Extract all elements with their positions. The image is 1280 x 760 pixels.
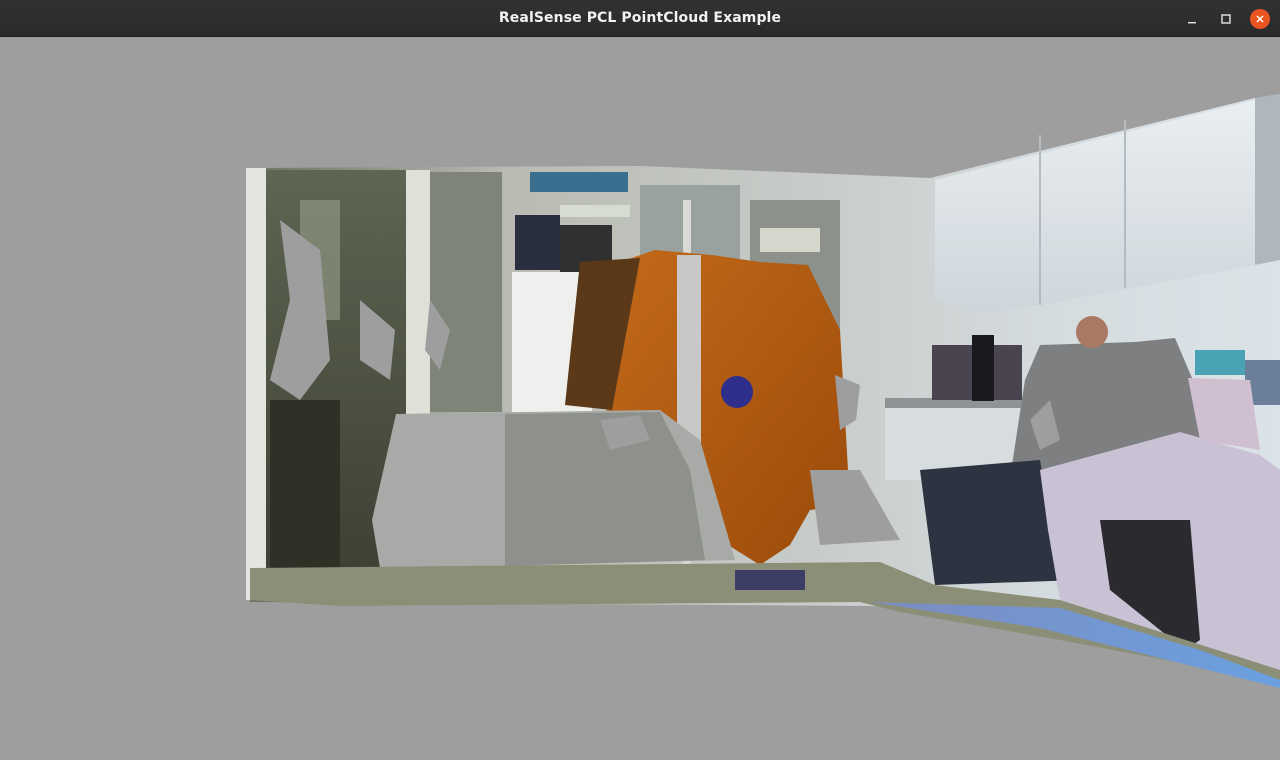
minimize-icon: [1188, 22, 1196, 24]
window-title: RealSense PCL PointCloud Example: [498, 10, 782, 26]
title-bar[interactable]: RealSense PCL PointCloud Example: [0, 0, 1280, 37]
pointcloud-viewport[interactable]: [0, 37, 1280, 760]
minimize-button[interactable]: [1182, 9, 1202, 29]
pointcloud-render[interactable]: [0, 37, 1280, 760]
maximize-icon: [1221, 14, 1231, 24]
close-icon: [1256, 15, 1264, 23]
app-window: RealSense PCL PointCloud Example: [0, 0, 1280, 760]
close-button[interactable]: [1250, 9, 1270, 29]
couch-blanket: [372, 410, 735, 568]
close-circle: [1250, 9, 1270, 29]
maximize-button[interactable]: [1216, 9, 1236, 29]
